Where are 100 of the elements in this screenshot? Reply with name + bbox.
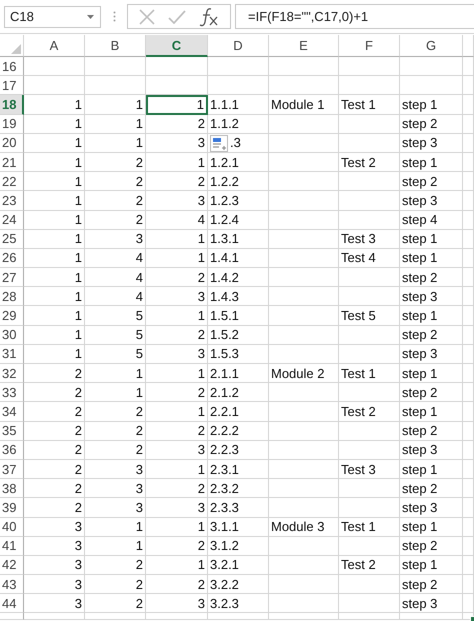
table-cell: 2 [85,594,146,614]
row-header[interactable]: 27 [0,268,24,288]
table-cell: Test 1 [339,364,400,384]
row-header[interactable]: 20 [0,134,24,153]
table-cell: 2.1.2 [208,383,269,402]
row-header[interactable]: 39 [0,498,24,518]
row-header[interactable]: 22 [0,172,24,192]
table-cell: step 1 [400,152,463,172]
table-cell: Test 2 [339,556,400,576]
active-cell[interactable]: 1 [146,95,208,115]
table-cell: 1 [24,248,85,268]
row-header[interactable]: 26 [0,248,24,268]
formula-field[interactable]: =IF(F18="",C17,0)+1 [235,4,474,29]
table-cell: 1 [85,114,146,134]
table-cell: 2 [85,152,146,172]
row-header[interactable]: 33 [0,383,24,402]
table-cell: Test 1 [339,95,400,115]
table-cell: 1 [85,383,146,402]
table-cell: Test 1 [339,518,400,537]
row-header[interactable]: 19 [0,114,24,134]
table-cell: 1 [24,287,85,306]
table-cell: step 1 [400,518,463,537]
table-cell: 1 [24,172,85,192]
row-header[interactable]: 32 [0,364,24,384]
table-cell: 1 [146,556,208,576]
table-cell: 1 [24,230,85,249]
table-cell: 1.4.2 [208,268,269,288]
column-header[interactable]: F [339,35,400,57]
table-cell: step 2 [400,114,463,134]
row-header[interactable]: 24 [0,210,24,230]
table-cell: 1.2.4 [208,210,269,230]
table-cell: 1 [146,402,208,422]
table-cell: 3 [146,440,208,460]
table-cell: 5 [85,344,146,364]
table-cell: 1 [24,326,85,345]
column-header[interactable]: E [269,35,339,57]
row-header[interactable]: 23 [0,191,24,210]
table-cell: 5 [85,306,146,326]
table-cell: 1.2.3 [208,191,269,210]
table-cell: 1 [85,518,146,537]
column-header[interactable]: D [208,35,269,57]
table-cell: 1 [24,95,85,115]
table-cell: 2 [146,575,208,594]
table-cell: 1.5.2 [208,326,269,345]
row-header[interactable]: 37 [0,460,24,480]
table-cell: 3.2.3 [208,594,269,614]
row-header[interactable]: 31 [0,344,24,364]
row-header[interactable]: 42 [0,556,24,576]
table-cell: 1 [24,191,85,210]
table-cell: Test 2 [339,152,400,172]
row-header[interactable]: 34 [0,402,24,422]
row-header[interactable]: 40 [0,518,24,537]
row-header[interactable]: 30 [0,326,24,345]
row-header[interactable]: 18 [0,95,24,115]
row-header[interactable]: 43 [0,575,24,594]
table-cell: 1 [24,152,85,172]
table-cell: 1 [146,518,208,537]
table-cell: 3 [146,134,208,153]
table-cell: 3 [146,594,208,614]
row-header[interactable]: 28 [0,287,24,306]
row-header[interactable]: 38 [0,479,24,498]
table-cell: Test 4 [339,248,400,268]
row-header[interactable]: 44 [0,594,24,614]
table-cell: step 2 [400,536,463,556]
row-header[interactable]: 29 [0,306,24,326]
column-header[interactable]: G [400,35,463,57]
table-cell: 3 [146,344,208,364]
table-cell: 1 [146,364,208,384]
row-header[interactable]: 41 [0,536,24,556]
table-cell: 3 [24,594,85,614]
table-cell: 3.2.1 [208,556,269,576]
table-cell: 3 [24,575,85,594]
name-box[interactable]: C18 [4,6,101,28]
column-header[interactable]: A [24,35,85,57]
table-cell: 2 [146,268,208,288]
table-cell: 2 [24,422,85,441]
table-cell: 1 [146,248,208,268]
table-cell: 2 [85,440,146,460]
table-cell: 3 [24,536,85,556]
table-cell: step 2 [400,172,463,192]
row-header[interactable]: 16 [0,57,24,76]
table-cell: 2 [24,364,85,384]
row-header[interactable]: 35 [0,422,24,441]
table-cell: 2 [146,172,208,192]
table-cell: step 1 [400,364,463,384]
row-header[interactable]: 25 [0,230,24,249]
column-header[interactable]: C [146,35,208,57]
table-cell: step 3 [400,191,463,210]
table-cell: 2 [24,383,85,402]
table-cell: step 1 [400,95,463,115]
table-cell: 1.2.2 [208,172,269,192]
table-cell: 1.2.1 [208,152,269,172]
table-cell: 1 [24,114,85,134]
table-cell: step 1 [400,402,463,422]
table-cell: step 3 [400,134,463,153]
table-cell: 2 [85,422,146,441]
row-header[interactable]: 36 [0,440,24,460]
row-header[interactable]: 21 [0,152,24,172]
table-cell: 1 [24,306,85,326]
table-cell: 1.5.1 [208,306,269,326]
